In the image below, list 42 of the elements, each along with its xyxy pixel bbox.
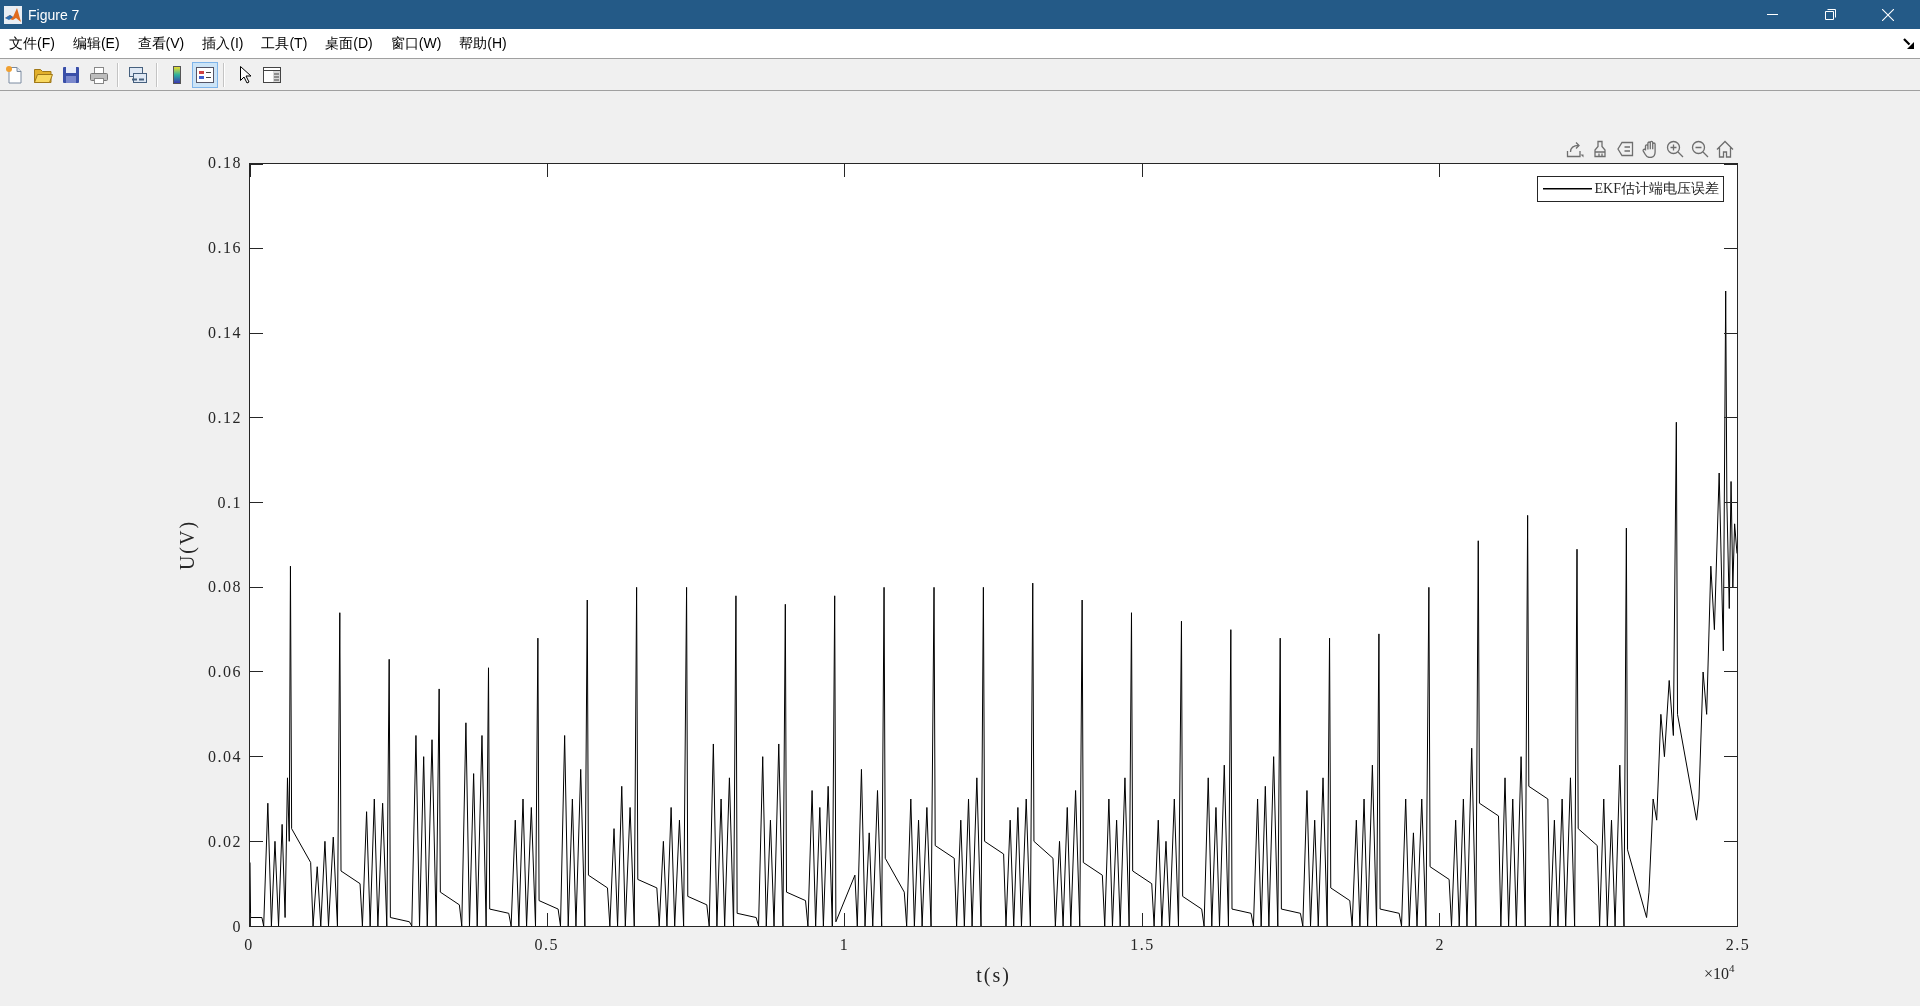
menu-item[interactable]: 查看(V) [128, 29, 194, 58]
menu-item[interactable]: 文件(F) [0, 29, 64, 58]
brush-icon[interactable] [1591, 140, 1609, 158]
zoom-out-icon[interactable] [1691, 140, 1709, 158]
axis-exponent: ×10$^{4}$ [1704, 965, 1735, 983]
y-tick-label: 0.14 [208, 323, 242, 342]
export-icon[interactable] [1566, 140, 1584, 158]
y-tick-label: 0.04 [208, 748, 242, 767]
window-title: Figure 7 [28, 6, 80, 23]
x-tick-label: 2 [1435, 936, 1445, 954]
y-tick-label: 0.1 [217, 493, 242, 512]
y-tick-label: 0.16 [208, 238, 242, 257]
legend-label: EKF估计端电压误差 [1594, 180, 1719, 198]
x-tick-label: 1 [839, 936, 850, 954]
restore-icon[interactable] [1824, 9, 1836, 20]
y-tick-label: 0 [232, 918, 242, 936]
y-tick-label: 0.02 [208, 833, 242, 852]
x-tick-label: 0.5 [534, 936, 560, 954]
y-tick-label: 0.12 [208, 408, 242, 427]
menu-item[interactable]: 桌面(D) [316, 29, 382, 58]
x-tick-label: 0 [244, 936, 254, 954]
menu-item[interactable]: 窗口(W) [381, 29, 451, 58]
close-icon[interactable] [1882, 8, 1894, 21]
y-tick-label: 0.06 [208, 663, 242, 682]
minimize-icon[interactable] [1766, 14, 1778, 15]
y-axis-label: U(V) [175, 519, 199, 571]
zoom-in-icon[interactable] [1666, 140, 1684, 158]
data-tip-icon[interactable] [1616, 140, 1634, 158]
menu-item[interactable]: 帮助(H) [450, 29, 516, 58]
y-tick-label: 0.08 [208, 578, 242, 597]
x-axis-label: t(s) [976, 963, 1011, 987]
home-icon[interactable] [1716, 140, 1734, 158]
menu-item[interactable]: 编辑(E) [63, 29, 129, 58]
x-tick-label: 1.5 [1130, 936, 1155, 954]
legend-line-icon [1542, 188, 1592, 190]
x-tick-label: 2.5 [1725, 936, 1751, 954]
y-tick-label: 0.18 [208, 154, 242, 172]
menu-item[interactable]: 工具(T) [252, 29, 317, 58]
arrow-icon[interactable] [1903, 38, 1914, 49]
menu-item[interactable]: 插入(I) [193, 29, 253, 58]
app-icon [4, 5, 22, 24]
hand-icon[interactable] [1641, 140, 1659, 158]
